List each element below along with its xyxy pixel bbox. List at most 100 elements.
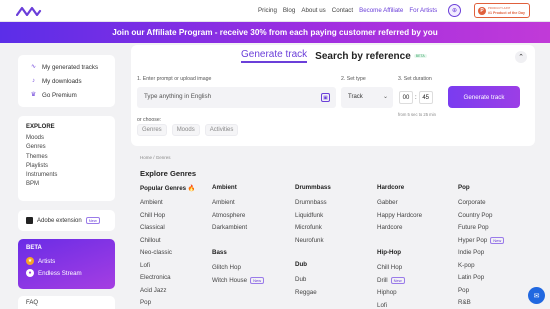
genre-link[interactable]: Lofi: [140, 259, 220, 272]
nav-artists[interactable]: For Artists: [409, 7, 437, 14]
artists-icon: ★: [26, 257, 34, 265]
genre-link[interactable]: Ambient: [212, 197, 292, 210]
duration-seconds[interactable]: 45: [418, 91, 433, 104]
genre-link[interactable]: Ambient: [140, 197, 220, 210]
image-upload-icon[interactable]: ▣: [321, 93, 330, 102]
adobe-icon: [26, 217, 33, 224]
column-heading: Dub: [295, 261, 308, 268]
genre-link[interactable]: Acid Jazz: [140, 284, 220, 297]
genre-link[interactable]: Darkambient: [212, 222, 292, 235]
genre-link[interactable]: R&B: [458, 297, 538, 309]
tab-generate-track[interactable]: Generate track: [241, 49, 308, 63]
genre-link[interactable]: Drumnbass: [295, 197, 375, 210]
genre-link-with-badge[interactable]: Hyper Pop New: [458, 234, 538, 247]
genre-link[interactable]: Pop: [458, 284, 538, 297]
genre-label: Drill: [377, 276, 388, 284]
genre-link[interactable]: Reggae: [295, 286, 375, 299]
genre-link[interactable]: Pop: [140, 297, 220, 309]
product-hunt-badge[interactable]: P PRODUCT HUNT #1 Product of the Day: [474, 3, 530, 18]
genre-link-with-badge[interactable]: Drill New: [377, 274, 457, 287]
sidebar-item-moods[interactable]: Moods: [26, 135, 115, 144]
genre-link[interactable]: Lofi: [377, 299, 457, 309]
sidebar-adobe-extension[interactable]: Adobe extension New: [18, 210, 115, 231]
genre-link[interactable]: Glitch Hop: [212, 262, 292, 275]
genre-link[interactable]: Chill Hop: [140, 209, 220, 222]
chat-icon[interactable]: ✉: [528, 287, 545, 304]
nav-about[interactable]: About us: [301, 7, 325, 14]
genre-link[interactable]: Chill Hop: [377, 262, 457, 275]
duration-hint: from 5 sec to 25 min: [398, 112, 436, 117]
genre-link[interactable]: Electronica: [140, 272, 220, 285]
sidebar-item-themes[interactable]: Themes: [26, 154, 115, 163]
collapse-icon[interactable]: ⌃: [515, 51, 527, 63]
sidebar-item-label: My downloads: [42, 77, 82, 85]
genre-link[interactable]: Liquidfunk: [295, 209, 375, 222]
genre-link[interactable]: Atmosphere: [212, 209, 292, 222]
genre-link[interactable]: Dub: [295, 274, 375, 287]
genre-link[interactable]: Country Pop: [458, 209, 538, 222]
genre-link-with-badge[interactable]: Witch House New: [212, 274, 292, 287]
tab-search-by-reference[interactable]: Search by reference: [315, 51, 411, 62]
chip-genres[interactable]: Genres: [137, 124, 167, 136]
genre-link[interactable]: Neurofunk: [295, 234, 375, 247]
nav-pricing[interactable]: Pricing: [258, 7, 277, 14]
genre-link[interactable]: Hiphop: [377, 287, 457, 300]
page-title: Explore Genres: [140, 169, 197, 178]
sidebar-item-premium[interactable]: ♛ Go Premium: [18, 88, 115, 102]
sidebar-item-downloads[interactable]: ♪ My downloads: [18, 74, 115, 88]
sidebar-item-generated[interactable]: ∿ My generated tracks: [18, 60, 115, 74]
new-badge: New: [250, 276, 265, 284]
explore-heading: EXPLORE: [26, 124, 55, 130]
genre-link[interactable]: Gabber: [377, 197, 457, 210]
or-choose-label: or choose:: [137, 117, 162, 123]
banner-text: Join our Affiliate Program - receive 30%…: [112, 28, 438, 37]
genre-link[interactable]: Latin Pop: [458, 272, 538, 285]
genre-label: Hyper Pop: [458, 236, 488, 244]
genre-link[interactable]: Happy Hardcore: [377, 209, 457, 222]
sidebar-item-bpm[interactable]: BPM: [26, 181, 115, 190]
affiliate-banner[interactable]: Join our Affiliate Program - receive 30%…: [0, 22, 550, 43]
nav-affiliate[interactable]: Become Affiliate: [359, 7, 403, 14]
sidebar-item-instruments[interactable]: Instruments: [26, 172, 115, 181]
sidebar-item-artists[interactable]: ★ Artists: [26, 255, 115, 267]
sidebar-item-playlists[interactable]: Playlists: [26, 163, 115, 172]
chip-moods[interactable]: Moods: [171, 124, 200, 136]
genre-link[interactable]: Indie Pop: [458, 247, 538, 260]
genre-link[interactable]: Chillout: [140, 234, 220, 247]
generator-card: Generate track Search by reference BETA …: [131, 45, 535, 146]
genre-link[interactable]: Future Pop: [458, 222, 538, 235]
column-heading: Hardcore: [377, 184, 405, 191]
column-heading: Pop: [458, 184, 470, 191]
type-select[interactable]: Track ⌄: [341, 87, 393, 108]
logo-icon[interactable]: [16, 6, 46, 16]
genre-link[interactable]: Microfunk: [295, 222, 375, 235]
prompt-input[interactable]: Type anything in English ▣: [137, 87, 336, 108]
genre-label: Witch House: [212, 276, 248, 284]
genre-link[interactable]: Neo-classic: [140, 247, 220, 260]
column-heading: Drummbass: [295, 184, 331, 191]
generate-track-button[interactable]: Generate track: [448, 86, 520, 108]
duration-minutes[interactable]: 00: [399, 91, 413, 104]
language-icon[interactable]: ⊕: [448, 4, 461, 17]
new-badge: New: [490, 236, 505, 244]
beta-badge: BETA: [413, 54, 427, 58]
new-badge: New: [85, 217, 100, 224]
genre-link[interactable]: Classical: [140, 222, 220, 235]
step3-label: 3. Set duration: [398, 76, 432, 82]
step1-label: 1. Enter prompt or upload image: [137, 76, 212, 82]
sidebar-item-label: Artists: [38, 257, 56, 265]
sidebar-faq[interactable]: FAQ: [18, 296, 115, 309]
genre-link[interactable]: Hardcore: [377, 222, 457, 235]
sidebar-item-label: My generated tracks: [42, 63, 99, 71]
breadcrumb[interactable]: Home / Genres: [140, 155, 171, 160]
sidebar-item-genres[interactable]: Genres: [26, 144, 115, 153]
sidebar-item-endless-stream[interactable]: ● Endless Stream: [26, 267, 115, 279]
nav-blog[interactable]: Blog: [283, 7, 295, 14]
genre-link[interactable]: K-pop: [458, 259, 538, 272]
genre-column-pop: Pop Corporate Country Pop Future Pop Hyp…: [458, 184, 538, 309]
nav-contact[interactable]: Contact: [332, 7, 353, 14]
chip-activities[interactable]: Activities: [204, 124, 239, 136]
genre-link[interactable]: Corporate: [458, 197, 538, 210]
stream-icon: ●: [26, 269, 34, 277]
new-badge: New: [390, 276, 405, 284]
